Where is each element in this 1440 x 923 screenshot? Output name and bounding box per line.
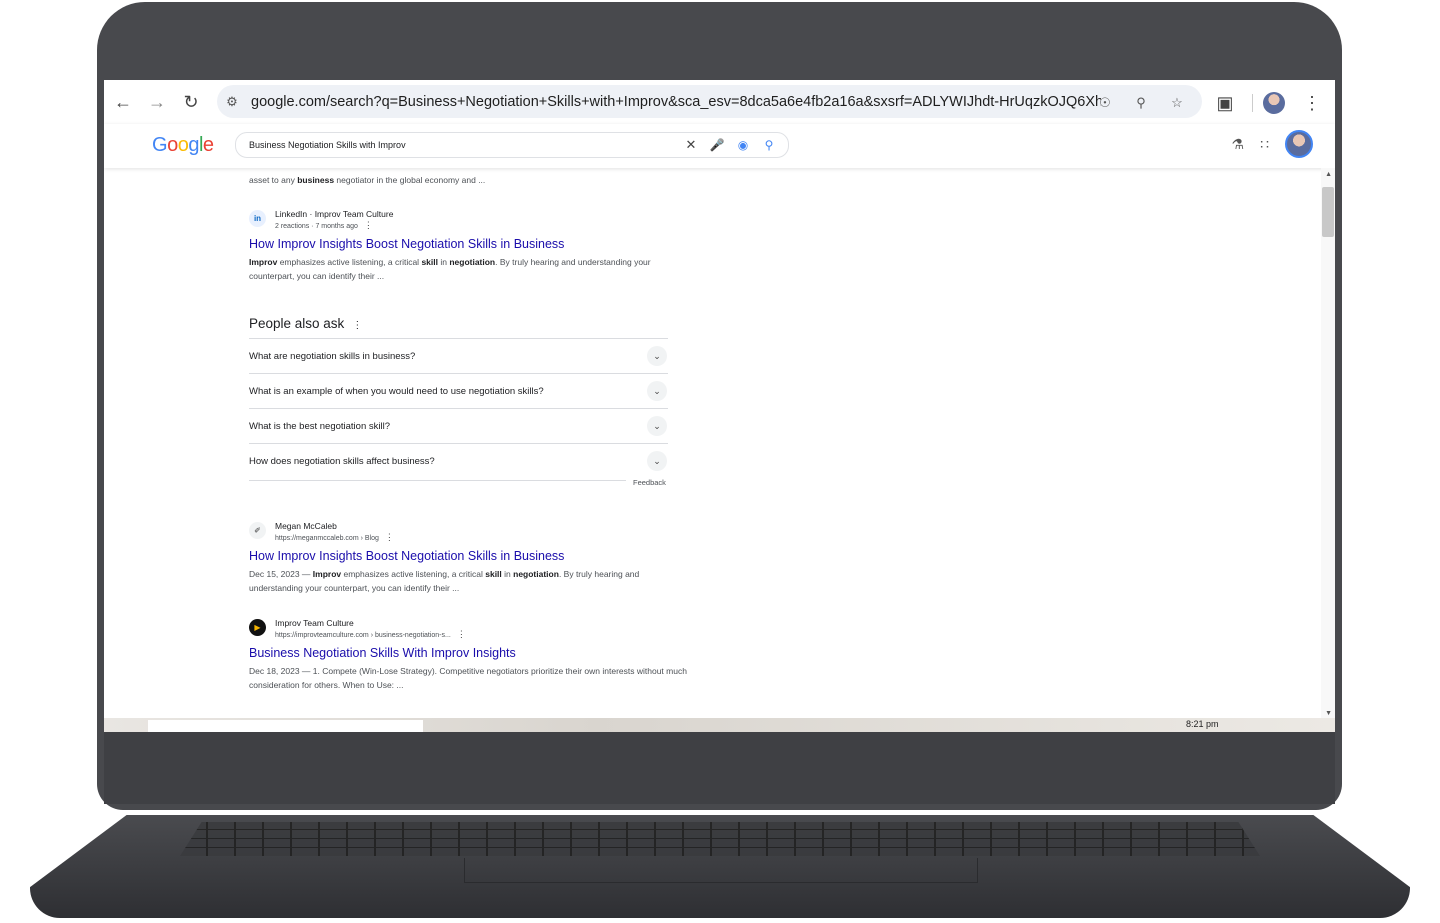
clear-icon[interactable]: ✕ xyxy=(678,137,704,153)
location-icon[interactable]: ☉ xyxy=(1090,88,1120,118)
scroll-down-icon[interactable]: ▼ xyxy=(1325,710,1332,717)
laptop-trackpad xyxy=(464,858,978,883)
paa-question[interactable]: What are negotiation skills in business?… xyxy=(249,339,668,374)
logo-letter: o xyxy=(167,134,178,156)
screen: ← → ↻ ⚙ google.com/search?q=Business+Neg… xyxy=(104,80,1335,732)
result-url[interactable]: https://improvteamculture.com › business… xyxy=(275,629,466,641)
zoom-icon[interactable]: ⚲ xyxy=(1126,88,1156,118)
url-text[interactable]: google.com/search?q=Business+Negotiation… xyxy=(251,94,1101,110)
feedback-link[interactable]: Feedback xyxy=(633,478,666,487)
search-icon[interactable]: ⚲ xyxy=(756,138,782,152)
result-source[interactable]: LinkedIn · Improv Team Culture xyxy=(275,208,393,220)
result-megan-mccaleb: ✐ Megan McCaleb https://meganmccaleb.com… xyxy=(249,520,689,595)
site-favicon-icon: ▶ xyxy=(249,619,266,636)
paa-question[interactable]: How does negotiation skills affect busin… xyxy=(249,444,668,478)
paa-question[interactable]: What is an example of when you would nee… xyxy=(249,374,668,409)
scroll-up-icon[interactable]: ▲ xyxy=(1325,171,1332,178)
scrollbar-thumb[interactable] xyxy=(1322,187,1334,237)
result-title-link[interactable]: Business Negotiation Skills With Improv … xyxy=(249,645,689,661)
scrollbar[interactable]: ▲ ▼ xyxy=(1321,168,1335,720)
microphone-icon[interactable]: 🎤 xyxy=(704,138,730,152)
extensions-icon[interactable]: ▣ xyxy=(1208,86,1242,120)
result-snippet: Dec 18, 2023 — 1. Compete (Win-Lose Stra… xyxy=(249,666,687,690)
toolbar-divider xyxy=(1252,94,1253,112)
people-also-ask-title: People also ask ⋮ xyxy=(249,316,363,331)
back-icon[interactable]: ← xyxy=(106,85,140,119)
chevron-down-icon[interactable]: ⌄ xyxy=(647,346,667,366)
laptop-bezel-bottom xyxy=(104,732,1335,804)
paa-divider xyxy=(249,480,626,481)
bookmark-star-icon[interactable]: ☆ xyxy=(1162,88,1192,118)
google-account-avatar[interactable] xyxy=(1285,130,1313,158)
lens-icon[interactable]: ◉ xyxy=(730,138,756,152)
result-meta: 2 reactions · 7 months ago ⋮ xyxy=(275,220,373,230)
logo-letter: G xyxy=(152,134,168,156)
logo-letter: e xyxy=(202,134,214,156)
result-source[interactable]: Improv Team Culture xyxy=(275,617,466,629)
labs-flask-icon[interactable]: ⚗ xyxy=(1232,136,1245,153)
result-snippet: asset to any business negotiator in the … xyxy=(249,175,486,185)
search-input[interactable]: Business Negotiation Skills with Improv xyxy=(249,140,678,150)
google-logo[interactable]: Google xyxy=(152,134,214,157)
search-box[interactable]: Business Negotiation Skills with Improv … xyxy=(235,132,789,158)
result-title-link[interactable]: How Improv Insights Boost Negotiation Sk… xyxy=(249,236,689,252)
google-header: Google Business Negotiation Skills with … xyxy=(104,124,1335,168)
people-also-ask-list: What are negotiation skills in business?… xyxy=(249,338,668,481)
more-options-icon[interactable]: ⋮ xyxy=(352,320,362,331)
more-options-icon[interactable]: ⋮ xyxy=(457,629,466,639)
result-source[interactable]: Megan McCaleb xyxy=(275,520,394,532)
paa-question[interactable]: What is the best negotiation skill? ⌄ xyxy=(249,409,668,444)
chevron-down-icon[interactable]: ⌄ xyxy=(647,416,667,436)
result-title-link[interactable]: How Improv Insights Boost Negotiation Sk… xyxy=(249,548,689,564)
site-settings-icon[interactable]: ⚙ xyxy=(217,87,247,117)
taskbar: 8:21 pm xyxy=(104,718,1335,732)
browser-menu-icon[interactable]: ⋮ xyxy=(1295,86,1329,120)
more-options-icon[interactable]: ⋮ xyxy=(385,532,394,542)
taskbar-clock: 8:21 pm xyxy=(1186,719,1219,729)
result-snippet: Improv emphasizes active listening, a cr… xyxy=(249,257,651,281)
result-url[interactable]: https://meganmccaleb.com › Blog ⋮ xyxy=(275,532,394,544)
linkedin-icon: in xyxy=(249,210,266,227)
apps-grid-icon[interactable]: ∷ xyxy=(1260,136,1269,153)
more-options-icon[interactable]: ⋮ xyxy=(364,220,373,230)
profile-avatar[interactable] xyxy=(1263,92,1285,114)
result-improv-team-culture: ▶ Improv Team Culture https://improvteam… xyxy=(249,617,689,692)
chevron-down-icon[interactable]: ⌄ xyxy=(647,381,667,401)
chevron-down-icon[interactable]: ⌄ xyxy=(647,451,667,471)
taskbar-search[interactable] xyxy=(148,720,423,732)
forward-icon[interactable]: → xyxy=(140,85,174,119)
logo-letter: g xyxy=(188,134,199,156)
browser-toolbar: ← → ↻ ⚙ google.com/search?q=Business+Neg… xyxy=(104,80,1335,124)
logo-letter: o xyxy=(177,134,189,156)
result-linkedin: in LinkedIn · Improv Team Culture 2 reac… xyxy=(249,208,689,283)
laptop-keyboard xyxy=(180,822,1260,856)
site-favicon-icon: ✐ xyxy=(249,522,266,539)
reload-icon[interactable]: ↻ xyxy=(174,85,208,119)
address-bar[interactable]: ⚙ google.com/search?q=Business+Negotiati… xyxy=(217,85,1202,118)
result-snippet: Dec 15, 2023 — Improv emphasizes active … xyxy=(249,569,640,593)
